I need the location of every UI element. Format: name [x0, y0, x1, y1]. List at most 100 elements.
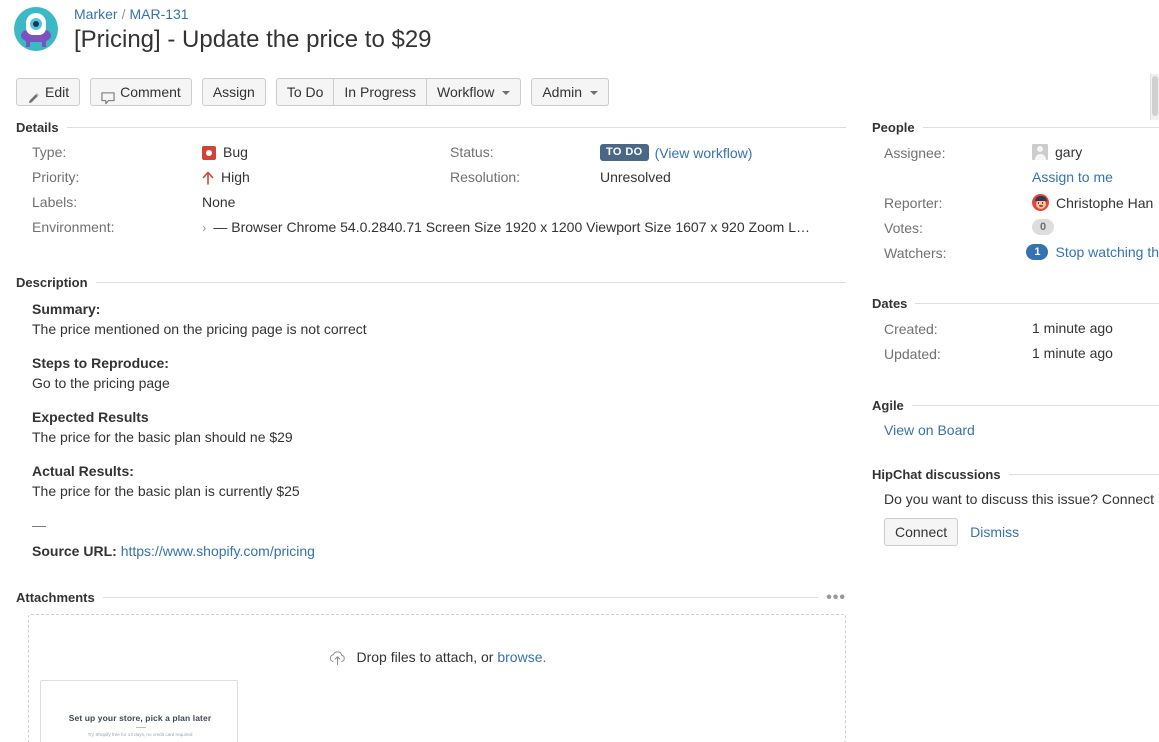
section-divider: [912, 405, 1159, 406]
people-row-reporter: Reporter: Christophe Han: [884, 194, 1159, 219]
source-url-link[interactable]: https://www.shopify.com/pricing: [121, 543, 315, 559]
view-workflow-link[interactable]: (View workflow): [655, 145, 753, 161]
issue-main-content: Details Type: Bug Priority: High: [16, 120, 846, 742]
details-grid: Type: Bug Priority: High Labels: None: [16, 144, 846, 244]
admin-dropdown-button[interactable]: Admin: [531, 78, 609, 106]
priority-value: High: [221, 169, 250, 185]
pencil-icon: [27, 87, 40, 100]
issue-header: Marker/MAR-131 [Pricing] - Update the pr…: [0, 0, 1159, 70]
attachments-section-header: Attachments •••: [16, 590, 846, 605]
issue-action-toolbar: Edit Comment Assign To Do In Progress Wo…: [16, 78, 619, 106]
hipchat-prompt: Do you want to discuss this issue? Conne…: [872, 491, 1159, 507]
expected-results-text: The price for the basic plan should ne $…: [32, 427, 846, 447]
comment-button[interactable]: Comment: [90, 78, 192, 106]
breadcrumb-project-link[interactable]: Marker: [74, 6, 118, 22]
workflow-dropdown-button[interactable]: Workflow: [426, 78, 521, 106]
status-label: Status:: [450, 144, 600, 160]
attachment-thumbnail[interactable]: Set up your store, pick a plan later Try…: [40, 680, 238, 742]
type-value: Bug: [223, 144, 248, 160]
attachment-dropzone[interactable]: Drop files to attach, or browse. Set up …: [28, 614, 846, 742]
assign-button[interactable]: Assign: [202, 78, 266, 106]
comment-bubble-icon: [101, 87, 115, 100]
assign-button-label: Assign: [213, 79, 255, 105]
description-section-header: Description: [16, 275, 846, 290]
assign-to-me-link[interactable]: Assign to me: [1032, 169, 1113, 185]
type-label: Type:: [32, 144, 202, 160]
avatar: [1032, 194, 1049, 211]
admin-dropdown-label: Admin: [542, 79, 582, 105]
dates-grid: Created: 1 minute ago Updated: 1 minute …: [872, 320, 1159, 370]
hipchat-dismiss-link[interactable]: Dismiss: [970, 524, 1019, 540]
vertical-scrollbar[interactable]: [1150, 74, 1159, 120]
chevron-right-icon[interactable]: ›: [202, 220, 206, 235]
edit-button[interactable]: Edit: [16, 78, 80, 106]
expected-results-label: Expected Results: [32, 407, 846, 427]
dates-heading: Dates: [872, 296, 915, 311]
stop-watching-link[interactable]: Stop watching th: [1055, 244, 1159, 260]
agile-body: View on Board: [872, 422, 1159, 438]
priority-up-arrow-icon: [202, 171, 214, 185]
details-grid-column-2: Status: TO DO (View workflow) Resolution…: [450, 144, 752, 194]
reporter-label: Reporter:: [884, 194, 1032, 211]
issue-page: Marker/MAR-131 [Pricing] - Update the pr…: [0, 0, 1159, 742]
people-row-assignee: Assignee: gary: [884, 144, 1159, 169]
section-divider: [923, 127, 1159, 128]
todo-transition-label: To Do: [287, 79, 324, 105]
labels-value: None: [202, 194, 235, 210]
marker-project-avatar-icon: [14, 7, 58, 51]
details-section-header: Details: [16, 120, 846, 135]
breadcrumb-issue-link[interactable]: MAR-131: [129, 6, 188, 22]
summary-text: The price mentioned on the pricing page …: [32, 319, 846, 339]
section-divider: [67, 127, 846, 128]
actual-results-text: The price for the basic plan is currentl…: [32, 481, 846, 501]
watchers-value-wrap: 1 Stop watching th: [1026, 244, 1159, 260]
hipchat-connect-button[interactable]: Connect: [884, 518, 958, 546]
section-divider: [96, 282, 846, 283]
reporter-value-wrap: Christophe Han: [1032, 194, 1153, 211]
actual-results-label: Actual Results:: [32, 461, 846, 481]
votes-value-wrap: 0: [1032, 219, 1054, 235]
assign-to-me-wrap: Assign to me: [1032, 169, 1113, 185]
browse-link[interactable]: browse.: [497, 649, 546, 665]
attachments-heading: Attachments: [16, 590, 103, 605]
bug-icon: [202, 146, 216, 160]
todo-transition-button[interactable]: To Do: [276, 78, 335, 106]
detail-row-environment: Environment: › — Browser Chrome 54.0.284…: [32, 219, 846, 244]
workflow-transition-group: To Do In Progress Workflow: [276, 78, 521, 106]
detail-row-labels: Labels: None: [32, 194, 846, 219]
view-on-board-link[interactable]: View on Board: [884, 422, 975, 438]
source-url-row: Source URL: https://www.shopify.com/pric…: [32, 541, 846, 561]
hipchat-section-header: HipChat discussions: [872, 467, 1159, 482]
section-divider: [1009, 474, 1159, 475]
people-row-watchers: Watchers: 1 Stop watching th: [884, 244, 1159, 269]
assign-to-me-spacer: [884, 169, 1032, 170]
type-value-wrap: Bug: [202, 144, 248, 160]
breadcrumb-separator: /: [118, 6, 130, 22]
cloud-upload-icon: [328, 650, 347, 669]
people-row-assign-to-me: Assign to me: [884, 169, 1159, 194]
description-body: Summary: The price mentioned on the pric…: [16, 299, 846, 561]
agile-section-header: Agile: [872, 398, 1159, 413]
workflow-dropdown-label: Workflow: [437, 79, 494, 105]
created-value: 1 minute ago: [1032, 320, 1113, 336]
dropzone-message: Drop files to attach, or browse.: [29, 649, 845, 669]
dates-section-header: Dates: [872, 296, 1159, 311]
description-heading: Description: [16, 275, 96, 290]
attachments-more-menu-icon[interactable]: •••: [818, 594, 846, 602]
created-label: Created:: [884, 320, 1032, 337]
environment-value-wrap: › — Browser Chrome 54.0.2840.71 Screen S…: [202, 219, 810, 235]
chevron-down-icon: [590, 91, 598, 95]
reporter-value: Christophe Han: [1056, 195, 1153, 211]
detail-row-resolution: Resolution: Unresolved: [450, 169, 752, 194]
thumbnail-title: Set up your store, pick a plan later: [41, 713, 238, 723]
issue-sidebar: People Assignee: gary Assign to me Repor…: [872, 120, 1159, 546]
people-grid: Assignee: gary Assign to me Reporter:: [872, 144, 1159, 269]
status-value-wrap: TO DO (View workflow): [600, 144, 752, 161]
updated-label: Updated:: [884, 345, 1032, 362]
resolution-value: Unresolved: [600, 169, 671, 185]
labels-label: Labels:: [32, 194, 202, 210]
page-title: [Pricing] - Update the price to $29: [74, 25, 432, 55]
thumbnail-subtitle: Try Shopify free for 14 days, no credit …: [41, 732, 238, 737]
in-progress-transition-button[interactable]: In Progress: [333, 78, 427, 106]
section-divider: [103, 597, 818, 598]
